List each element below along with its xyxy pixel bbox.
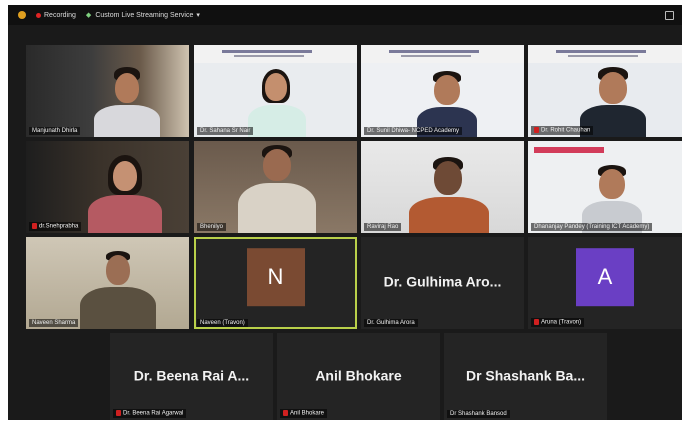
participant-name: Aruna (Travon) xyxy=(531,318,585,327)
participant-name: Manjunath Dhirla xyxy=(29,127,81,135)
participant-tile[interactable]: Naveen Sharma xyxy=(26,237,189,329)
muted-mic-icon xyxy=(32,223,37,230)
participant-tile[interactable]: Bhenilyo xyxy=(194,141,357,233)
recording-indicator[interactable]: Recording xyxy=(36,12,76,19)
participant-name: Dr. Sunil Dhiwa- NCPED Academy xyxy=(364,127,463,135)
live-stream-indicator[interactable]: ◆ Custom Live Streaming Service ▾ xyxy=(85,11,200,20)
participant-display-name: Dr. Beena Rai A... xyxy=(133,366,250,383)
muted-mic-icon xyxy=(116,410,121,417)
participant-name: Bhenilyo xyxy=(197,223,227,231)
security-shield-icon[interactable] xyxy=(18,11,26,19)
view-toggle-icon[interactable] xyxy=(665,11,674,20)
participant-name: Dr Shashank Bansod xyxy=(447,410,510,418)
participant-tile[interactable]: Dr. Sunil Dhiwa- NCPED Academy xyxy=(361,45,524,137)
live-stream-label: Custom Live Streaming Service xyxy=(95,11,194,19)
participant-name: Anil Bhokare xyxy=(280,409,328,418)
participant-name: Dr. Beena Rai Agarwal xyxy=(113,409,187,418)
participant-name: Naveen Sharma xyxy=(29,319,79,327)
participant-name: Dr. Rohit Chauhan xyxy=(531,126,594,135)
participant-tile[interactable]: Manjunath Dhirla xyxy=(26,45,189,137)
participant-tile[interactable]: Dr. Sahana Sr Nair xyxy=(194,45,357,137)
participant-name: dr.Snehprabha xyxy=(29,222,82,231)
participant-tile[interactable]: Raviraj Rao xyxy=(361,141,524,233)
participant-name: Raviraj Rao xyxy=(364,223,402,231)
participant-display-name: Dr. Gulhima Aro... xyxy=(383,273,502,290)
participant-name: Dr. Gulhima Arora xyxy=(364,319,418,327)
meeting-top-bar: Recording ◆ Custom Live Streaming Servic… xyxy=(8,5,682,25)
live-stream-icon: ◆ xyxy=(85,12,92,19)
participant-tile[interactable]: A Aruna (Travon) xyxy=(528,237,682,329)
participant-display-name: Dr Shashank Ba... xyxy=(465,366,586,383)
participant-tile[interactable]: Dr. Gulhima Aro... Dr. Gulhima Arora xyxy=(361,237,524,329)
participant-tile[interactable]: Anil Bhokare Anil Bhokare xyxy=(277,333,440,420)
participant-avatar: A xyxy=(576,248,634,307)
participant-tile[interactable]: Dr. Beena Rai A... Dr. Beena Rai Agarwal xyxy=(110,333,273,420)
participant-display-name: Anil Bhokare xyxy=(315,366,402,383)
muted-mic-icon xyxy=(534,319,539,326)
participant-tile[interactable]: Dhananjay Pandey (Training ICT Academy) xyxy=(528,141,682,233)
participant-tile[interactable]: Dr. Rohit Chauhan xyxy=(528,45,682,137)
record-dot-icon xyxy=(36,12,41,18)
muted-mic-icon xyxy=(534,127,539,134)
participant-tile[interactable]: dr.Snehprabha xyxy=(26,141,189,233)
participant-name: Dhananjay Pandey (Training ICT Academy) xyxy=(531,223,653,231)
zoom-meeting-window: Recording ◆ Custom Live Streaming Servic… xyxy=(8,5,682,420)
participant-tile-active-speaker[interactable]: N Naveen (Travon) xyxy=(194,237,357,329)
participant-tile[interactable]: Dr Shashank Ba... Dr Shashank Bansod xyxy=(444,333,607,420)
chevron-down-icon: ▾ xyxy=(196,12,200,19)
participant-name: Naveen (Travon) xyxy=(197,319,248,327)
participant-name: Dr. Sahana Sr Nair xyxy=(197,127,254,135)
recording-label: Recording xyxy=(44,11,76,19)
muted-mic-icon xyxy=(283,410,288,417)
participant-avatar: N xyxy=(246,248,305,307)
